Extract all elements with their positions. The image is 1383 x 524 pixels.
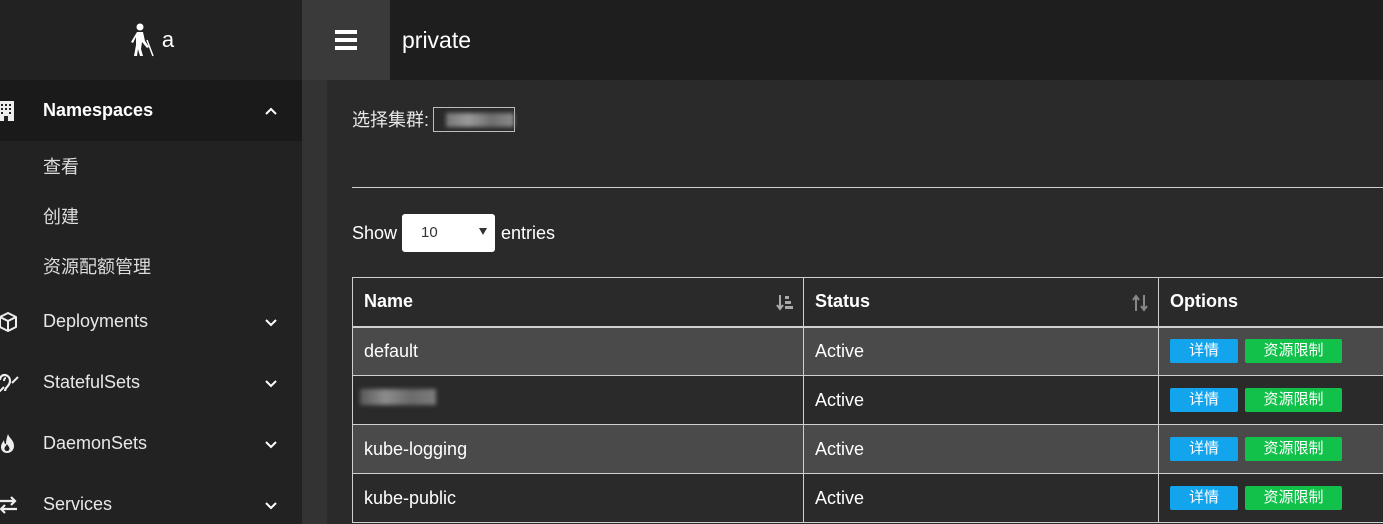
page-title: private bbox=[402, 26, 472, 53]
deaf-icon bbox=[0, 373, 19, 392]
chevron-down-icon bbox=[265, 440, 277, 448]
sort-both-icon bbox=[1132, 294, 1148, 312]
cell-name: kube-public bbox=[352, 473, 804, 523]
chevron-down-icon bbox=[265, 501, 277, 509]
table-row: default Active 详情 资源限制 bbox=[352, 326, 1383, 376]
table-row: kube-public Active 详情 资源限制 bbox=[352, 473, 1383, 523]
entries-per-page-value: 10 bbox=[421, 224, 438, 241]
sidebar-item-label: Deployments bbox=[43, 311, 149, 331]
brand[interactable]: a bbox=[0, 0, 302, 80]
chevron-down-icon bbox=[265, 379, 277, 387]
sidebar-item-services[interactable]: Services bbox=[0, 474, 302, 524]
detail-button[interactable]: 详情 bbox=[1170, 339, 1238, 364]
chevron-down-icon bbox=[265, 318, 277, 326]
entries-label: entries bbox=[501, 222, 556, 243]
column-header-label: Options bbox=[1170, 291, 1238, 312]
sidebar-item-daemonsets[interactable]: DaemonSets bbox=[0, 413, 302, 474]
column-header-name[interactable]: Name bbox=[352, 277, 804, 328]
entries-length-row: Show 10 entries bbox=[352, 214, 555, 252]
namespaces-table: Name Status Options default Active 详情 资源… bbox=[352, 277, 1383, 523]
cell-options: 详情 资源限制 bbox=[1158, 473, 1383, 523]
content-gutter bbox=[302, 80, 327, 524]
building-icon bbox=[0, 100, 14, 121]
sidebar-item-label: Namespaces bbox=[43, 100, 154, 120]
sidebar-item-deployments[interactable]: Deployments bbox=[0, 291, 302, 352]
menu-toggle-button[interactable] bbox=[302, 0, 390, 80]
sidebar-subitem-view[interactable]: 查看 bbox=[0, 141, 302, 191]
cube-icon bbox=[0, 311, 17, 332]
table-row: Active 详情 资源限制 bbox=[352, 375, 1383, 425]
cluster-select[interactable] bbox=[433, 106, 516, 132]
cell-options: 详情 资源限制 bbox=[1158, 326, 1383, 376]
sidebar-item-label: DaemonSets bbox=[43, 433, 148, 453]
cluster-selector-row: 选择集群: bbox=[352, 106, 516, 132]
resource-limit-button[interactable]: 资源限制 bbox=[1245, 437, 1343, 461]
sidebar-subitem-label: 创建 bbox=[43, 207, 79, 227]
sidebar-item-namespaces[interactable]: Namespaces bbox=[0, 80, 302, 141]
sidebar-subitem-label: 查看 bbox=[43, 157, 79, 177]
brand-name: a bbox=[161, 27, 175, 52]
app: a Namespaces 查看 创建 资源配额管理 Deployments St… bbox=[0, 0, 1383, 524]
cell-status: Active bbox=[803, 326, 1159, 376]
topbar: private bbox=[302, 0, 1383, 80]
cell-name: default bbox=[352, 326, 804, 376]
cell-status: Active bbox=[803, 424, 1159, 474]
column-header-label: Name bbox=[364, 291, 414, 312]
cell-status: Active bbox=[803, 375, 1159, 425]
detail-button[interactable]: 详情 bbox=[1170, 486, 1238, 510]
sidebar-item-statefulsets[interactable]: StatefulSets bbox=[0, 352, 302, 413]
cell-name bbox=[352, 375, 804, 425]
sidebar-subitem-quota[interactable]: 资源配额管理 bbox=[0, 241, 302, 291]
fire-icon bbox=[1, 433, 14, 453]
sidebar: a Namespaces 查看 创建 资源配额管理 Deployments St… bbox=[0, 0, 302, 524]
main-content: 选择集群: Show 10 entries Name Status Option… bbox=[327, 80, 1383, 524]
resource-limit-button[interactable]: 资源限制 bbox=[1245, 388, 1343, 412]
cell-status: Active bbox=[803, 473, 1159, 523]
divider bbox=[352, 187, 1383, 188]
redacted-name bbox=[360, 388, 436, 405]
table-row: kube-logging Active 详情 资源限制 bbox=[352, 424, 1383, 474]
entries-per-page-select[interactable]: 10 bbox=[402, 214, 496, 252]
resource-limit-button[interactable]: 资源限制 bbox=[1245, 486, 1343, 510]
detail-button[interactable]: 详情 bbox=[1170, 388, 1238, 412]
table-header-row: Name Status Options bbox=[352, 277, 1383, 328]
show-label: Show bbox=[352, 222, 398, 243]
hamburger-icon bbox=[335, 30, 357, 50]
cell-options: 详情 资源限制 bbox=[1158, 375, 1383, 425]
sidebar-subitem-create[interactable]: 创建 bbox=[0, 191, 302, 241]
cell-name: kube-logging bbox=[352, 424, 804, 474]
detail-button[interactable]: 详情 bbox=[1170, 437, 1238, 461]
blind-person-icon bbox=[130, 23, 154, 57]
column-header-label: Status bbox=[815, 291, 871, 312]
cluster-label: 选择集群: bbox=[352, 110, 430, 130]
column-header-status[interactable]: Status bbox=[803, 277, 1159, 328]
resource-limit-button[interactable]: 资源限制 bbox=[1245, 339, 1343, 364]
caret-down-icon bbox=[479, 228, 488, 235]
redacted-cluster-value bbox=[446, 112, 515, 127]
sidebar-item-label: Services bbox=[43, 494, 113, 514]
chevron-up-icon bbox=[265, 107, 277, 115]
column-header-options: Options bbox=[1158, 277, 1383, 328]
exchange-icon bbox=[0, 495, 17, 514]
cell-options: 详情 资源限制 bbox=[1158, 424, 1383, 474]
sidebar-subitem-label: 资源配额管理 bbox=[43, 257, 151, 277]
sidebar-item-label: StatefulSets bbox=[43, 372, 141, 392]
sort-asc-icon bbox=[776, 295, 793, 311]
